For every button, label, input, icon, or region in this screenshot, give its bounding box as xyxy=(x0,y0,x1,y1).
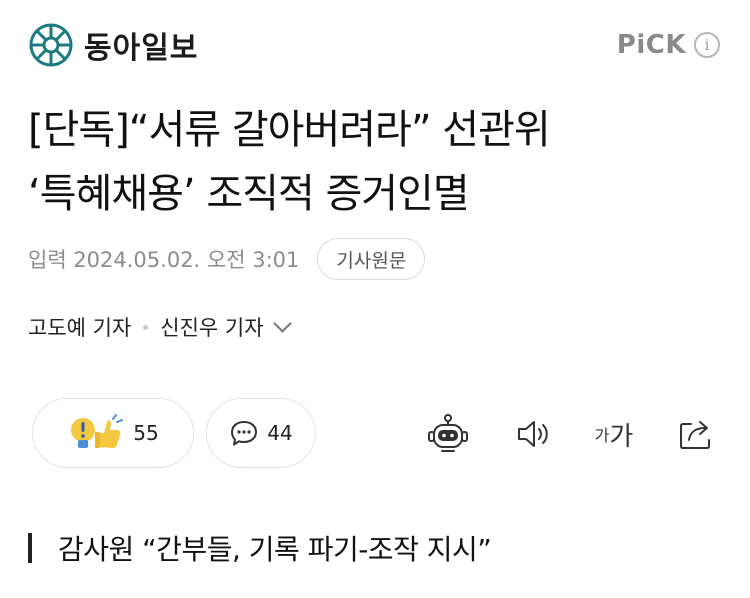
article-meta: 입력 2024.05.02. 오전 3:01 기사원문 xyxy=(28,238,426,280)
share-button[interactable] xyxy=(672,410,720,458)
lightbulb-thumbs-up-icon xyxy=(71,414,124,448)
header: 동아일보 PiCK i xyxy=(0,0,750,90)
article-headline: [단독]“서류 갈아버려라” 선관위 ‘특혜채용’ 조직적 증거인멸 xyxy=(28,98,728,226)
comment-count: 44 xyxy=(267,421,293,445)
subheading-bar xyxy=(28,533,32,563)
info-icon[interactable]: i xyxy=(694,32,720,58)
share-icon xyxy=(680,421,710,449)
action-bar: 55 44 가가 xyxy=(28,398,728,470)
chevron-down-icon[interactable] xyxy=(272,313,292,333)
summary-bot-button[interactable] xyxy=(424,410,472,458)
reaction-count: 55 xyxy=(133,421,159,445)
reporter-name[interactable]: 고도예 기자 xyxy=(28,312,131,342)
publisher-name: 동아일보 xyxy=(84,31,199,66)
speech-bubble-icon xyxy=(231,421,258,446)
pick-badge[interactable]: PiCK i xyxy=(617,30,720,60)
font-size-button[interactable]: 가가 xyxy=(590,410,638,458)
reporter-name[interactable]: 신진우 기자 xyxy=(160,312,263,342)
pick-label: PiCK xyxy=(616,30,686,60)
publisher-logo[interactable]: 동아일보 xyxy=(28,22,198,68)
headline-line-1: [단독]“서류 갈아버려라” 선관위 xyxy=(28,107,551,153)
text-to-speech-button[interactable] xyxy=(510,410,558,458)
font-small-label: 가 xyxy=(594,426,610,445)
reaction-button[interactable]: 55 xyxy=(32,398,194,468)
font-large-label: 가 xyxy=(609,421,634,452)
robot-summary-icon xyxy=(428,414,468,452)
publish-date: 입력 2024.05.02. 오전 3:01 xyxy=(28,248,300,272)
article-subheading: 감사원 “간부들, 기록 파기-조작 지시” xyxy=(28,528,492,568)
headline-line-2: ‘특혜채용’ 조직적 증거인멸 xyxy=(28,171,470,217)
reporter-list[interactable]: 고도예 기자 신진우 기자 xyxy=(28,312,292,342)
separator-dot xyxy=(143,324,149,330)
speaker-icon xyxy=(518,421,548,447)
comment-button[interactable]: 44 xyxy=(206,398,316,468)
subheading-text: 감사원 “간부들, 기록 파기-조작 지시” xyxy=(58,533,492,566)
original-article-button[interactable]: 기사원문 xyxy=(317,238,426,280)
dong-a-emblem-icon xyxy=(29,23,73,67)
